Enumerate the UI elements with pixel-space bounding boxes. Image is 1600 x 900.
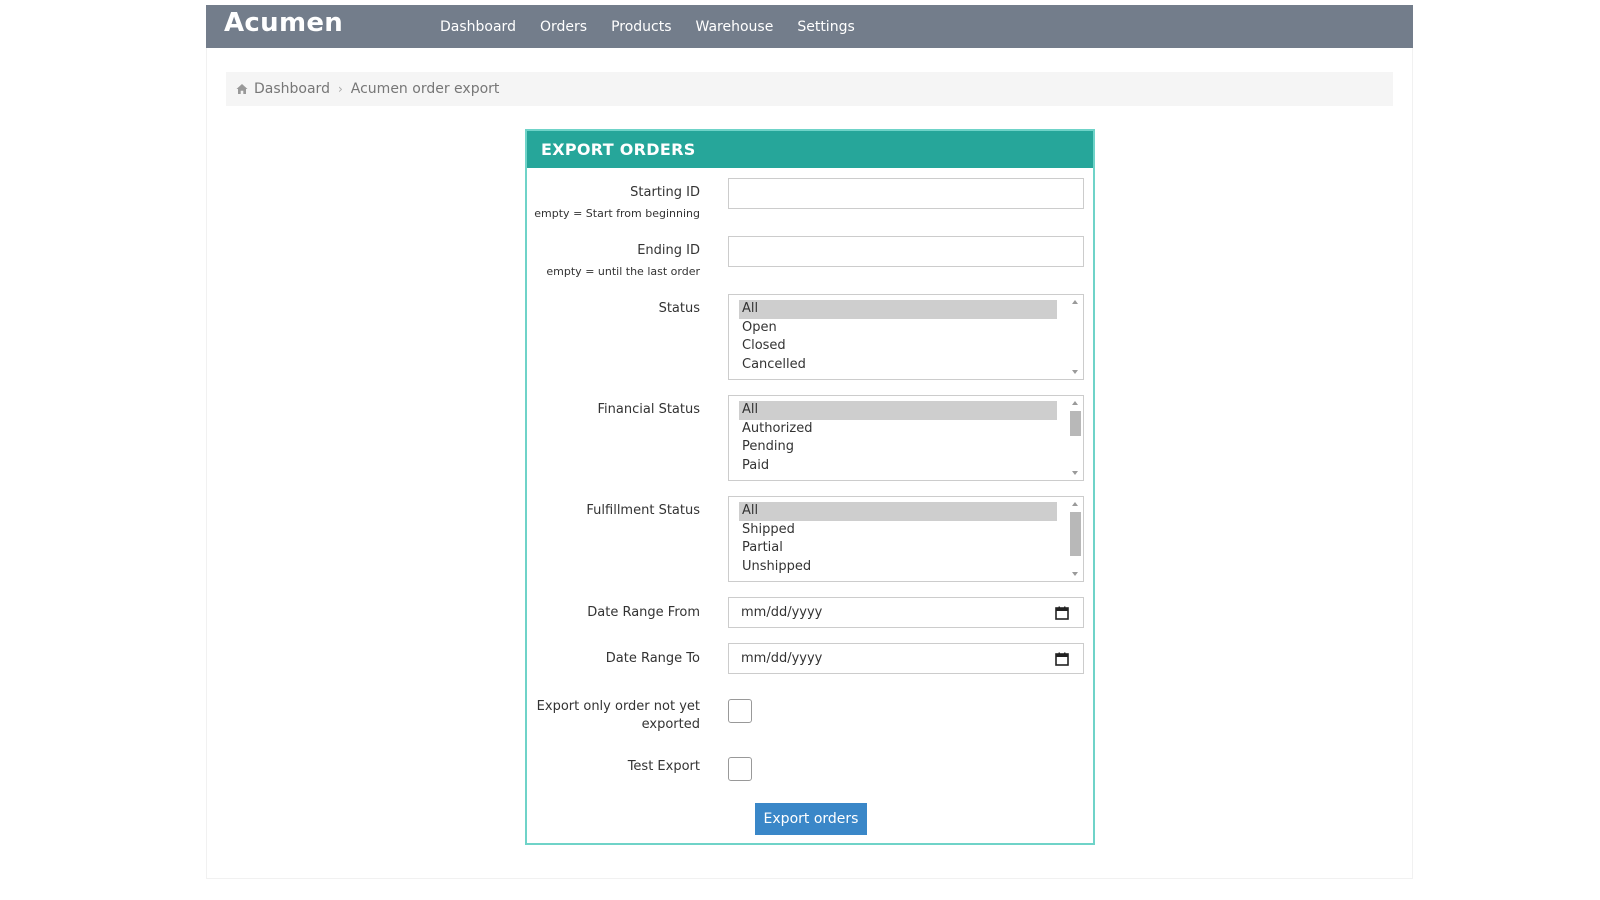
calendar-icon[interactable] (1055, 652, 1069, 666)
brand-logo[interactable]: Acumen (224, 8, 343, 38)
status-option[interactable]: All (739, 300, 1057, 319)
not-exported-checkbox[interactable] (728, 699, 752, 723)
financial-status-scrollbar[interactable] (1069, 397, 1082, 479)
status-label: Status (658, 301, 700, 316)
chevron-right-icon: › (337, 82, 343, 96)
test-export-checkbox[interactable] (728, 757, 752, 781)
date-from-placeholder: mm/dd/yyyy (741, 605, 823, 620)
ending-id-label: Ending ID empty = until the last order (546, 242, 700, 281)
financial-status-option[interactable]: Pending (739, 438, 1057, 457)
scroll-thumb[interactable] (1070, 512, 1081, 556)
panel-title: EXPORT ORDERS (527, 131, 1093, 168)
export-orders-panel: EXPORT ORDERS Starting ID empty = Start … (525, 129, 1095, 845)
breadcrumb-dashboard-link[interactable]: Dashboard (254, 81, 330, 97)
fulfillment-status-option[interactable]: All (739, 502, 1057, 521)
financial-status-option[interactable]: All (739, 401, 1057, 420)
not-exported-label: Export only order not yet exported (536, 699, 700, 732)
date-from-input[interactable]: mm/dd/yyyy (728, 597, 1084, 628)
starting-id-hint: empty = Start from beginning (534, 207, 700, 220)
export-orders-button[interactable]: Export orders (755, 803, 867, 835)
nav-link-warehouse[interactable]: Warehouse (696, 19, 774, 35)
status-option[interactable]: Cancelled (739, 356, 1057, 375)
status-option[interactable]: Closed (739, 337, 1057, 356)
fulfillment-status-option[interactable]: Unshipped (739, 558, 1057, 577)
breadcrumb-current: Acumen order export (350, 81, 500, 97)
scroll-up-icon[interactable] (1072, 300, 1078, 304)
date-to-placeholder: mm/dd/yyyy (741, 651, 823, 666)
fulfillment-status-scrollbar[interactable] (1069, 498, 1082, 580)
date-from-label: Date Range From (587, 605, 700, 620)
financial-status-listbox[interactable]: All Authorized Pending Paid (728, 395, 1084, 481)
nav-links: Dashboard Orders Products Warehouse Sett… (440, 5, 879, 48)
breadcrumb: Dashboard › Acumen order export (226, 72, 1393, 106)
starting-id-label: Starting ID empty = Start from beginning (534, 184, 700, 223)
nav-link-settings[interactable]: Settings (797, 19, 854, 35)
starting-id-input[interactable] (728, 178, 1084, 209)
nav-link-products[interactable]: Products (611, 19, 671, 35)
nav-link-dashboard[interactable]: Dashboard (440, 19, 516, 35)
date-to-label: Date Range To (605, 651, 700, 666)
fulfillment-status-option[interactable]: Shipped (739, 521, 1057, 540)
nav-link-orders[interactable]: Orders (540, 19, 587, 35)
calendar-icon[interactable] (1055, 606, 1069, 620)
scroll-up-icon[interactable] (1072, 502, 1078, 506)
financial-status-option[interactable]: Paid (739, 457, 1057, 476)
ending-id-input[interactable] (728, 236, 1084, 267)
test-export-label: Test Export (627, 759, 700, 774)
fulfillment-status-option[interactable]: Partial (739, 539, 1057, 558)
ending-id-hint: empty = until the last order (546, 265, 700, 278)
financial-status-option[interactable]: Authorized (739, 420, 1057, 439)
scroll-down-icon[interactable] (1072, 471, 1078, 475)
top-navbar: Acumen Dashboard Orders Products Warehou… (206, 5, 1413, 48)
status-scrollbar[interactable] (1069, 296, 1082, 378)
financial-status-label: Financial Status (597, 402, 700, 417)
scroll-down-icon[interactable] (1072, 572, 1078, 576)
date-to-input[interactable]: mm/dd/yyyy (728, 643, 1084, 674)
scroll-up-icon[interactable] (1072, 401, 1078, 405)
scroll-thumb[interactable] (1070, 411, 1081, 436)
status-listbox[interactable]: All Open Closed Cancelled (728, 294, 1084, 380)
scroll-down-icon[interactable] (1072, 370, 1078, 374)
home-icon (236, 84, 248, 94)
fulfillment-status-listbox[interactable]: All Shipped Partial Unshipped (728, 496, 1084, 582)
fulfillment-status-label: Fulfillment Status (586, 503, 700, 518)
status-option[interactable]: Open (739, 319, 1057, 338)
